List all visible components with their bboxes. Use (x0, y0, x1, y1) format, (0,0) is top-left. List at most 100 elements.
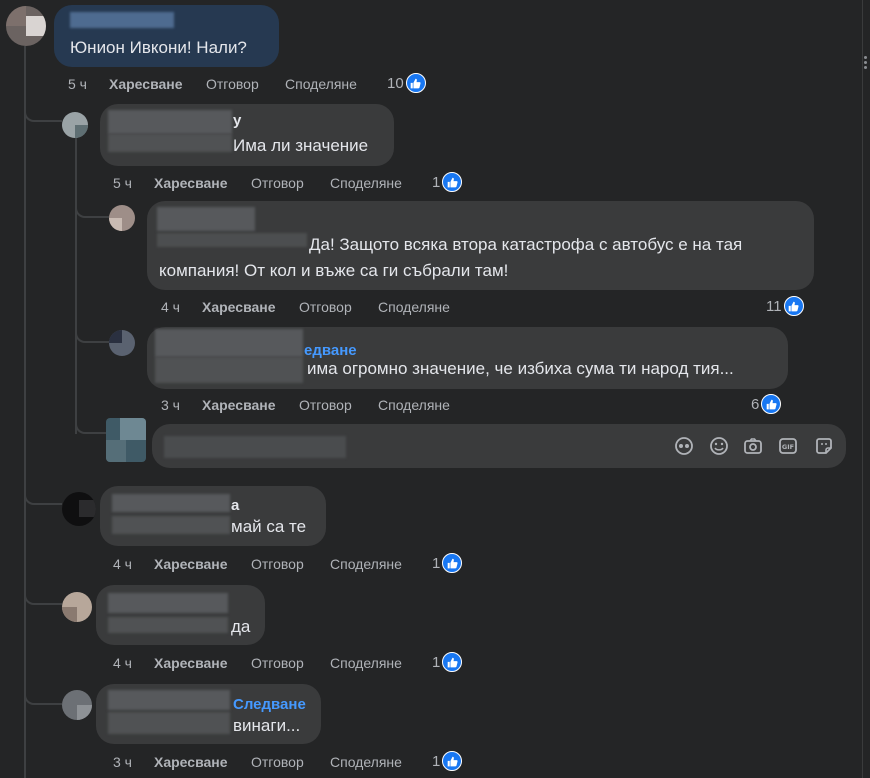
comment-bubble: да (96, 585, 265, 645)
comment-bubble: а май са те (100, 486, 326, 546)
thread-connector (24, 687, 62, 705)
like-button[interactable]: Харесване (154, 655, 228, 671)
comment-text: има огромно значение, че избиха сума ти … (307, 359, 734, 378)
reaction-count[interactable]: 6 (751, 394, 782, 414)
comment-actions: 4 ч Харесване Отговор Споделяне (113, 655, 413, 673)
reply-button[interactable]: Отговор (251, 754, 304, 770)
user-avatar (106, 418, 146, 462)
thread-line-sub (75, 136, 77, 434)
timestamp[interactable]: 5 ч (113, 175, 132, 191)
avatar[interactable] (109, 330, 135, 356)
timestamp[interactable]: 4 ч (161, 299, 180, 315)
gif-icon[interactable]: GIF (778, 436, 798, 456)
author-name-blurred[interactable] (108, 690, 230, 710)
timestamp[interactable]: 3 ч (161, 397, 180, 413)
avatar[interactable] (62, 690, 92, 720)
comment-actions: 3 ч Харесване Отговор Споделяне (161, 397, 481, 415)
reaction-count[interactable]: 10 (387, 73, 426, 93)
reply-input[interactable]: GIF (152, 424, 846, 468)
share-button[interactable]: Споделяне (378, 397, 450, 413)
avatar[interactable] (62, 592, 92, 622)
author-name-blurred[interactable] (108, 110, 232, 134)
like-icon (442, 751, 463, 771)
thread-connector (75, 417, 109, 434)
reply-button[interactable]: Отговор (251, 655, 304, 671)
reaction-count[interactable]: 1 (432, 172, 463, 192)
reply-button[interactable]: Отговор (251, 175, 304, 191)
comment-text: Юнион Ивкони! Нали? (70, 38, 247, 57)
like-icon (405, 73, 426, 93)
author-name-blurred (108, 134, 232, 152)
comment-text-line: Да! Защото всяка втора катастрофа с авто… (309, 235, 743, 254)
avatar[interactable] (62, 112, 88, 138)
share-button[interactable]: Споделяне (330, 754, 402, 770)
share-button[interactable]: Споделяне (378, 299, 450, 315)
like-button[interactable]: Харесване (202, 397, 276, 413)
author-name-blurred (108, 712, 230, 734)
comment-actions: 5 ч Харесване Отговор Споделяне (113, 175, 413, 193)
avatar[interactable] (109, 205, 135, 231)
author-name-blurred[interactable] (157, 207, 255, 231)
like-button[interactable]: Харесване (154, 175, 228, 191)
like-button[interactable]: Харесване (154, 556, 228, 572)
author-name-blurred[interactable] (112, 494, 230, 512)
scrollbar[interactable] (862, 0, 870, 778)
author-name-blurred (112, 516, 230, 534)
share-button[interactable]: Споделяне (330, 175, 402, 191)
comment-actions: 3 ч Харесване Отговор Споделяне (113, 754, 413, 772)
like-icon (442, 553, 463, 573)
like-button[interactable]: Харесване (109, 76, 183, 92)
timestamp[interactable]: 4 ч (113, 556, 132, 572)
emoji-icon[interactable] (709, 436, 729, 456)
avatar-sticker-icon[interactable] (674, 436, 694, 456)
reaction-number: 1 (432, 653, 441, 671)
reaction-count[interactable]: 1 (432, 553, 463, 573)
reaction-number: 11 (766, 297, 782, 315)
thread-connector (24, 104, 62, 122)
author-name-blurred[interactable] (108, 593, 228, 613)
share-button[interactable]: Споделяне (330, 556, 402, 572)
timestamp[interactable]: 3 ч (113, 754, 132, 770)
reaction-count[interactable]: 1 (432, 652, 463, 672)
like-button[interactable]: Харесване (202, 299, 276, 315)
author-name-blurred (108, 617, 228, 633)
timestamp[interactable]: 5 ч (68, 76, 87, 92)
share-button[interactable]: Споделяне (330, 655, 402, 671)
reaction-number: 10 (387, 74, 404, 92)
comment-text: да (231, 617, 251, 636)
comment-text: Има ли значение (233, 136, 369, 155)
avatar[interactable] (6, 6, 46, 46)
reaction-count[interactable]: 1 (432, 751, 463, 771)
comment-bubble: у Има ли значение (100, 104, 394, 166)
like-icon (761, 394, 782, 414)
thread-connector (75, 200, 109, 218)
reply-button[interactable]: Отговор (299, 299, 352, 315)
reply-button[interactable]: Отговор (251, 556, 304, 572)
comment-actions: 5 ч Харесване Отговор Споделяне (68, 76, 368, 94)
thread-connector (75, 325, 109, 343)
comment-text: май са те (231, 517, 307, 536)
share-button[interactable]: Споделяне (285, 76, 357, 92)
thread-connector (24, 487, 62, 505)
thread-connector (24, 587, 62, 605)
author-name-blurred[interactable] (155, 329, 303, 357)
reaction-number: 1 (432, 173, 441, 191)
camera-icon[interactable] (743, 436, 763, 456)
like-icon (442, 652, 463, 672)
reply-button[interactable]: Отговор (299, 397, 352, 413)
reaction-number: 6 (751, 395, 760, 413)
reaction-number: 1 (432, 752, 441, 770)
reaction-number: 1 (432, 554, 441, 572)
author-name-blurred[interactable] (70, 12, 174, 28)
author-name-blurred (157, 233, 307, 247)
thread-line-main (24, 46, 26, 778)
timestamp[interactable]: 4 ч (113, 655, 132, 671)
avatar[interactable] (62, 492, 96, 526)
author-name-blurred (155, 357, 303, 383)
comment-actions: 4 ч Харесване Отговор Споделяне (161, 299, 481, 317)
reply-button[interactable]: Отговор (206, 76, 259, 92)
reaction-count[interactable]: 11 (766, 296, 804, 316)
like-button[interactable]: Харесване (154, 754, 228, 770)
sticker-icon[interactable] (814, 436, 834, 456)
more-options-icon[interactable] (864, 56, 867, 74)
